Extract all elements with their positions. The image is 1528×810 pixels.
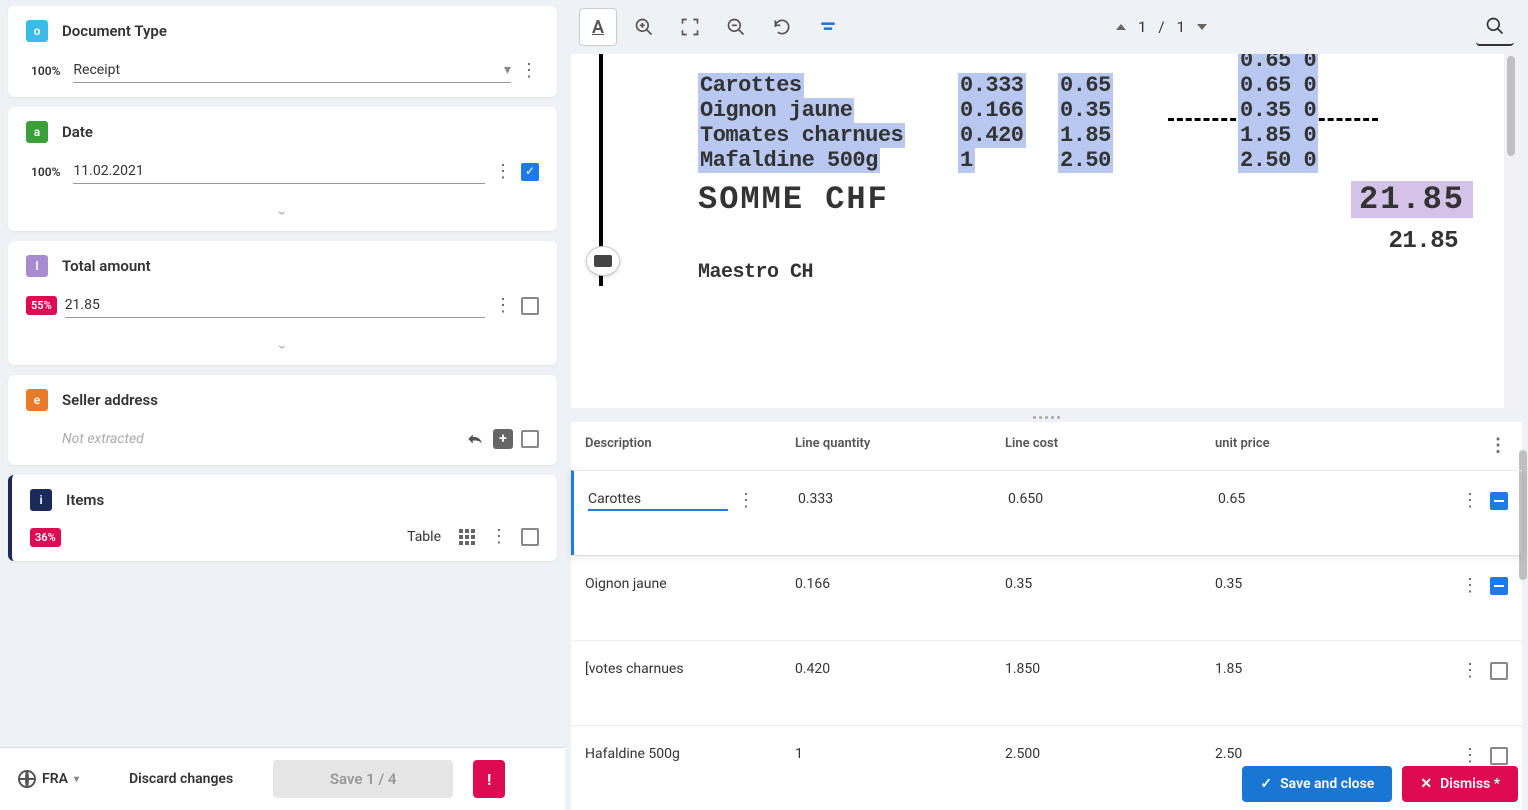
row-checkbox[interactable] xyxy=(1490,747,1508,765)
badge-e: e xyxy=(26,389,48,411)
confidence-total: 55% xyxy=(26,296,57,315)
save-and-close-button[interactable]: Save and close xyxy=(1242,766,1392,802)
row-more-icon[interactable]: ⋮ xyxy=(1460,746,1480,766)
checkbox-items[interactable] xyxy=(521,528,539,546)
rotate-icon[interactable] xyxy=(763,8,801,46)
language-selector[interactable]: FRA ▾ xyxy=(18,770,79,788)
confidence-doc-type: 100% xyxy=(26,61,65,81)
right-panel: A 1 / 1 xyxy=(565,0,1528,810)
field-date: a Date 100% 11.02.2021 ⋮ › xyxy=(8,107,557,231)
table-row[interactable]: Oignon jaune0.1660.350.35⋮ xyxy=(571,555,1522,640)
badge-o: o xyxy=(26,20,48,42)
more-icon[interactable]: ⋮ xyxy=(519,61,539,81)
viewer-toolbar: A 1 / 1 xyxy=(565,0,1528,54)
table-row[interactable]: Carottes⋮0.3330.6500.65⋮ xyxy=(571,470,1522,555)
checkbox-seller[interactable] xyxy=(521,430,539,448)
more-icon[interactable]: ⋮ xyxy=(493,162,513,182)
pager: 1 / 1 xyxy=(1116,18,1207,36)
table-view-label: Table xyxy=(407,529,441,545)
row-checkbox[interactable] xyxy=(1490,492,1508,510)
items-table: Description Line quantity Line cost unit… xyxy=(571,422,1522,810)
label-document-type: Document Type xyxy=(62,22,167,40)
table-more-icon[interactable]: ⋮ xyxy=(1488,436,1508,456)
value-seller-address[interactable]: Not extracted xyxy=(62,427,457,451)
row-more-icon[interactable]: ⋮ xyxy=(1460,491,1480,511)
page-current: 1 xyxy=(1138,18,1146,36)
field-document-type: o Document Type 100% Receipt ▾ ⋮ xyxy=(8,6,557,97)
discard-changes[interactable]: Discard changes xyxy=(129,771,233,787)
keyboard-icon[interactable] xyxy=(586,246,620,276)
row-more-icon[interactable]: ⋮ xyxy=(1460,576,1480,596)
label-total-amount: Total amount xyxy=(62,257,151,275)
label-items: Items xyxy=(66,491,104,509)
zoom-in-icon[interactable] xyxy=(625,8,663,46)
col-description: Description xyxy=(585,436,795,456)
badge-l: l xyxy=(26,255,48,277)
add-icon[interactable]: + xyxy=(493,429,513,449)
left-footer: FRA ▾ Discard changes Save 1 / 4 ! xyxy=(0,747,565,810)
expand-date[interactable]: › xyxy=(8,198,557,231)
col-unit-price: unit price xyxy=(1215,436,1425,456)
resize-handle[interactable] xyxy=(565,412,1528,422)
field-total-amount: l Total amount 55% 21.85 ⋮ › xyxy=(8,241,557,365)
left-panel: o Document Type 100% Receipt ▾ ⋮ a Date xyxy=(0,0,565,810)
table-row[interactable]: [votes charnues0.4201.8501.85⋮ xyxy=(571,640,1522,725)
more-icon[interactable]: ⋮ xyxy=(493,296,513,316)
receipt-line: Carottes0.3330.650.65 0 xyxy=(698,73,1518,98)
dismiss-button[interactable]: Dismiss * xyxy=(1402,766,1518,802)
warning-button[interactable]: ! xyxy=(473,760,505,798)
doc-scrollbar[interactable] xyxy=(1504,54,1518,408)
search-icon[interactable] xyxy=(1476,8,1514,46)
value-document-type[interactable]: Receipt ▾ xyxy=(73,58,511,83)
fit-icon[interactable] xyxy=(671,8,709,46)
badge-a: a xyxy=(26,121,48,143)
label-date: Date xyxy=(62,123,93,141)
row-checkbox[interactable] xyxy=(1490,577,1508,595)
field-items: i Items 36% Table ⋮ xyxy=(8,475,557,561)
save-button: Save 1 / 4 xyxy=(273,760,453,798)
value-total-amount[interactable]: 21.85 xyxy=(65,293,485,318)
page-prev[interactable] xyxy=(1116,24,1126,30)
bottom-actions: Save and close Dismiss * xyxy=(1242,766,1518,802)
label-seller-address: Seller address xyxy=(62,391,158,409)
receipt-line: Mafaldine 500g12.502.50 0 xyxy=(698,148,1518,173)
row-more-icon[interactable]: ⋮ xyxy=(1460,661,1480,681)
text-select-icon[interactable]: A xyxy=(579,8,617,46)
page-total: 1 xyxy=(1177,18,1185,36)
confidence-date: 100% xyxy=(26,162,65,182)
row-checkbox[interactable] xyxy=(1490,662,1508,680)
confidence-items: 36% xyxy=(30,528,61,547)
receipt-line: Tomates charnues0.4201.851.85 0 xyxy=(698,123,1518,148)
grid-icon[interactable] xyxy=(457,527,477,547)
expand-total[interactable]: › xyxy=(8,332,557,365)
undo-icon[interactable] xyxy=(465,429,485,449)
checkbox-date[interactable] xyxy=(521,163,539,181)
more-icon[interactable]: ⋮ xyxy=(489,527,509,547)
field-seller-address: e Seller address Not extracted + xyxy=(8,375,557,465)
page-next[interactable] xyxy=(1197,24,1207,30)
receipt-line: Oignon jaune0.1660.350.35 0 xyxy=(698,98,1518,123)
cell-more-icon[interactable]: ⋮ xyxy=(736,491,756,511)
zoom-out-icon[interactable] xyxy=(717,8,755,46)
value-date[interactable]: 11.02.2021 xyxy=(73,159,485,184)
globe-icon xyxy=(18,770,36,788)
document-viewer[interactable]: 0.65 0 Carottes0.3330.650.65 0Oignon jau… xyxy=(571,54,1518,408)
col-cost: Line cost xyxy=(1005,436,1215,456)
filter-icon[interactable] xyxy=(809,8,847,46)
checkbox-total[interactable] xyxy=(521,297,539,315)
col-quantity: Line quantity xyxy=(795,436,1005,456)
badge-i: i xyxy=(30,489,52,511)
